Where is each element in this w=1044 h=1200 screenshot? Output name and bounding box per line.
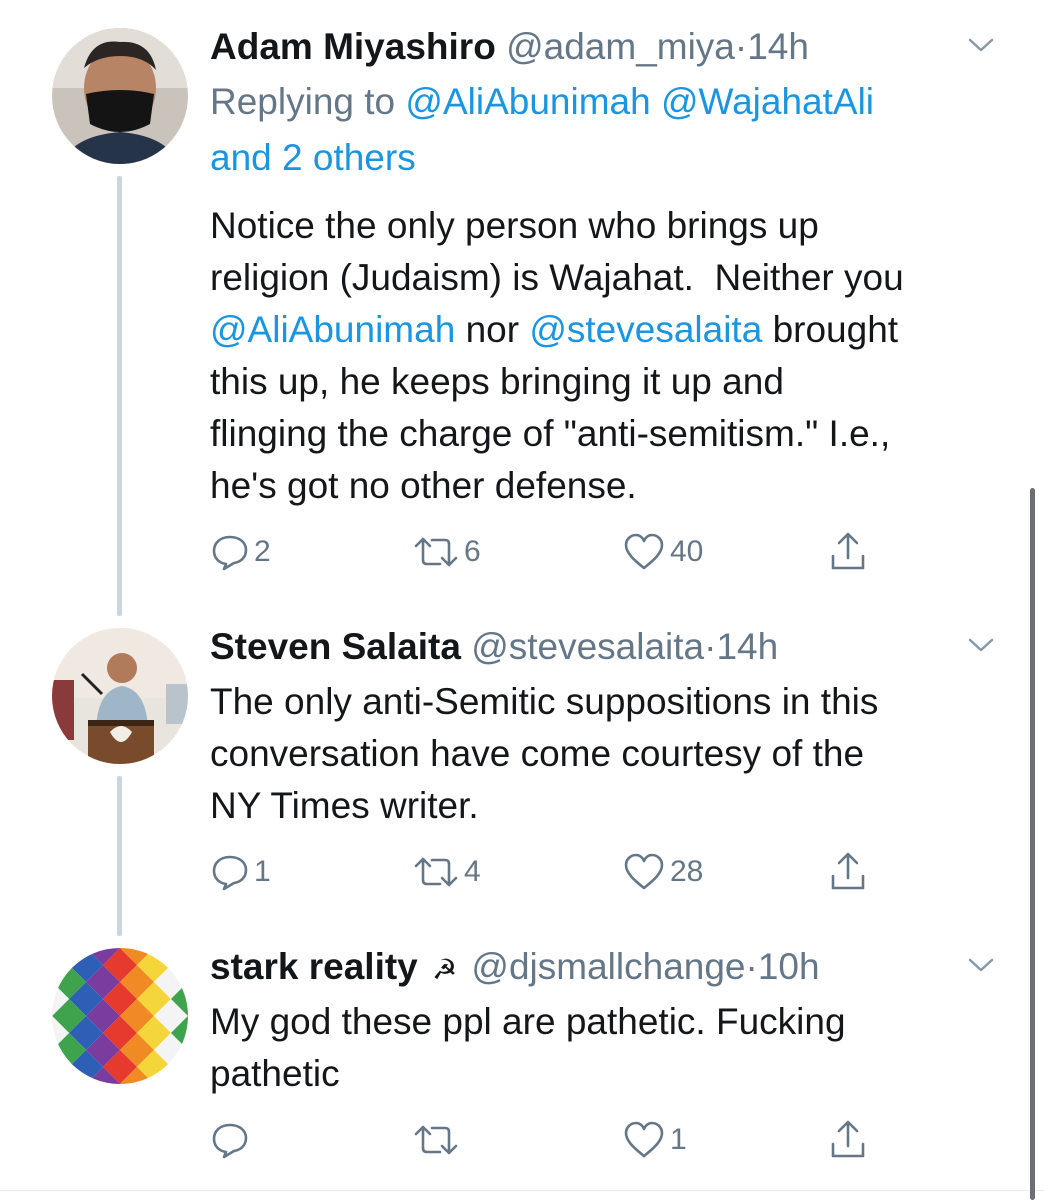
retweet-icon [414, 537, 458, 567]
handle[interactable]: @stevesalaita [471, 626, 704, 667]
tweet-stark-reality[interactable]: stark reality ☭ @djsmallchange·10h My go… [0, 944, 1044, 1184]
tweet-actions: 2 6 40 [210, 530, 910, 574]
share-icon [831, 1120, 865, 1158]
tweet-steven-salaita[interactable]: Steven Salaita @stevesalaita·14h The onl… [0, 624, 1044, 936]
handle[interactable]: @adam_miya [506, 26, 735, 67]
text-line: religion (Judaism) is Wajahat. Neither y… [210, 257, 904, 298]
retweet-count: 6 [464, 535, 481, 568]
separator-dot: · [734, 26, 748, 67]
avatar[interactable] [52, 948, 188, 1084]
like-button[interactable]: 28 [622, 850, 703, 894]
handle[interactable]: @djsmallchange [471, 946, 745, 987]
scrollbar[interactable] [1030, 488, 1035, 1200]
like-count: 28 [670, 855, 704, 888]
display-name[interactable]: stark reality [210, 946, 418, 987]
display-name[interactable]: Steven Salaita [210, 626, 461, 667]
text-line: NY Times writer. [210, 785, 479, 826]
avatar[interactable] [52, 628, 188, 764]
display-name[interactable]: Adam Miyashiro [210, 26, 496, 67]
thread-line [117, 776, 122, 936]
avatar[interactable] [52, 28, 188, 164]
chevron-down-icon[interactable] [966, 634, 996, 656]
separator-dot: · [704, 626, 717, 667]
timestamp[interactable]: 10h [758, 946, 820, 987]
retweet-icon [414, 1125, 458, 1155]
mention-link[interactable]: @WajahatAli [661, 81, 874, 122]
chevron-down-icon[interactable] [966, 954, 996, 976]
tweet-text: My god these ppl are pathetic. Fucking p… [210, 996, 1000, 1100]
tweet-text: Notice the only person who brings up rel… [210, 200, 1000, 512]
replying-to: Replying to @AliAbunimah @WajahatAli and… [210, 74, 970, 186]
retweet-button[interactable] [412, 1118, 464, 1162]
reply-icon [212, 1123, 248, 1159]
others-link[interactable]: and 2 others [210, 137, 416, 178]
text-line: @AliAbunimah nor @stevesalaita brought [210, 304, 1000, 356]
tweet-actions: 1 [210, 1118, 910, 1162]
retweet-icon [414, 857, 458, 887]
retweet-button[interactable]: 4 [412, 850, 481, 894]
mention-link[interactable]: @AliAbunimah [405, 81, 650, 122]
text-line: pathetic [210, 1053, 340, 1094]
text-line: conversation have come courtesy of the [210, 733, 865, 774]
reply-icon [212, 855, 248, 891]
reply-button[interactable]: 2 [210, 530, 271, 574]
share-button[interactable] [828, 530, 868, 574]
share-button[interactable] [828, 850, 868, 894]
share-button[interactable] [828, 1118, 868, 1162]
replying-to-label: Replying to [210, 81, 396, 122]
retweet-button[interactable]: 6 [412, 530, 481, 574]
reply-button[interactable]: 1 [210, 850, 271, 894]
like-button[interactable]: 1 [622, 1118, 687, 1162]
heart-icon [624, 1121, 664, 1158]
text-fragment: brought [762, 309, 899, 350]
thread-line [117, 176, 122, 616]
reply-button[interactable] [210, 1118, 254, 1162]
like-button[interactable]: 40 [622, 530, 703, 574]
conversation-thread: Adam Miyashiro @adam_miya·14h Replying t… [0, 0, 1044, 1200]
mention-link[interactable]: @stevesalaita [529, 309, 762, 350]
heart-icon [624, 533, 664, 570]
hammer-sickle-icon: ☭ [432, 954, 458, 985]
heart-icon [624, 853, 664, 890]
like-count: 1 [670, 1123, 687, 1156]
text-line: he's got no other defense. [210, 465, 637, 506]
separator-dot: · [745, 946, 758, 987]
tweet-actions: 1 4 28 [210, 850, 910, 894]
timestamp[interactable]: 14h [716, 626, 778, 667]
text-line: My god these ppl are pathetic. Fucking [210, 1001, 846, 1042]
text-line: Notice the only person who brings up [210, 205, 819, 246]
text-line: flinging the charge of "anti-semitism." … [210, 413, 891, 454]
text-line: The only anti-Semitic suppositions in th… [210, 681, 879, 722]
text-fragment: nor [455, 309, 530, 350]
tweet-header: stark reality ☭ @djsmallchange·10h [210, 944, 820, 990]
retweet-count: 4 [464, 855, 481, 888]
text-line: this up, he keeps bringing it up and [210, 361, 784, 402]
like-count: 40 [670, 535, 704, 568]
timestamp[interactable]: 14h [747, 26, 809, 67]
tweet-adam-miyashiro[interactable]: Adam Miyashiro @adam_miya·14h Replying t… [0, 24, 1044, 616]
tweet-header: Steven Salaita @stevesalaita·14h [210, 624, 778, 670]
divider [0, 1190, 1044, 1191]
reply-count: 2 [254, 535, 271, 568]
tweet-text: The only anti-Semitic suppositions in th… [210, 676, 1000, 832]
reply-count: 1 [254, 855, 271, 888]
chevron-down-icon[interactable] [966, 34, 996, 56]
reply-icon [212, 535, 248, 571]
share-icon [831, 532, 865, 570]
mention-link[interactable]: @AliAbunimah [210, 309, 455, 350]
share-icon [831, 852, 865, 890]
tweet-header: Adam Miyashiro @adam_miya·14h [210, 24, 809, 70]
